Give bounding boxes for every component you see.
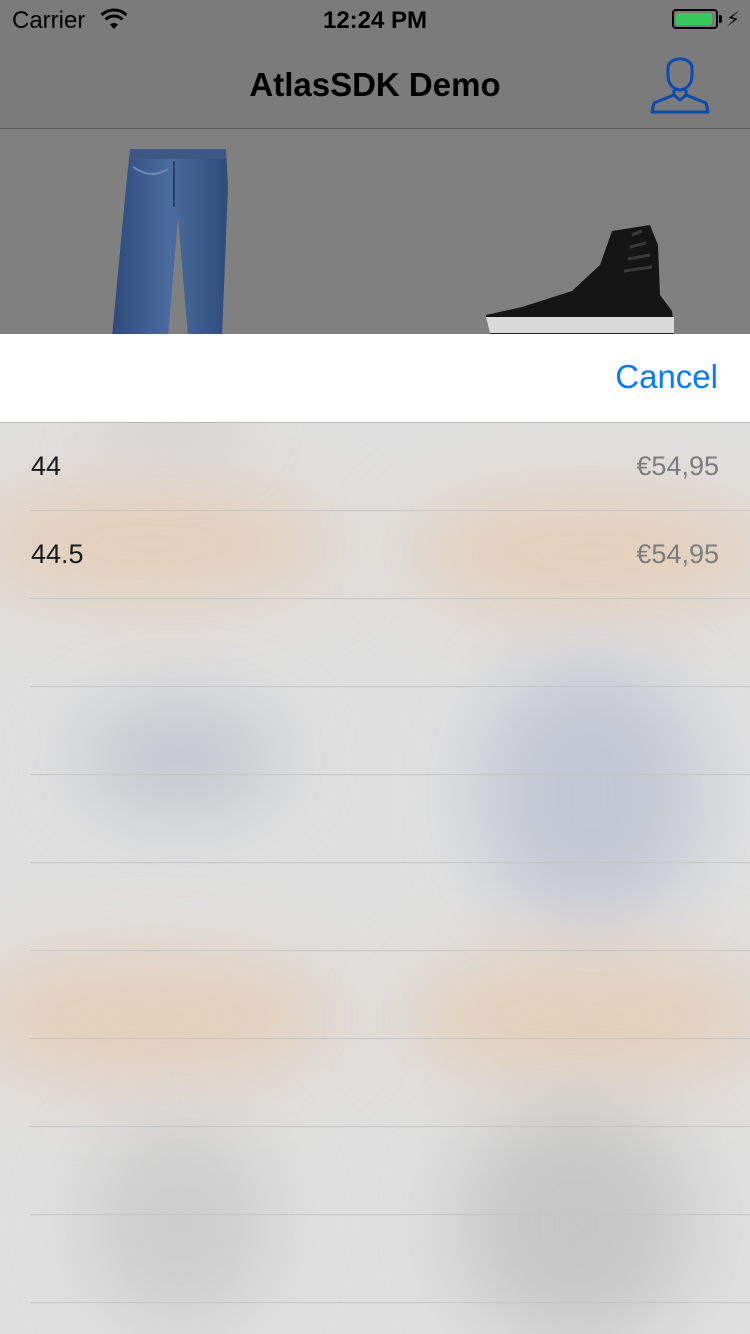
battery-level (676, 13, 713, 25)
size-option-row[interactable] (30, 863, 750, 951)
size-option-row[interactable] (30, 1127, 750, 1215)
size-price: €54,95 (636, 451, 719, 481)
user-profile-icon[interactable] (648, 50, 712, 114)
product-grid (0, 129, 750, 334)
jeans-product-image[interactable] (108, 147, 232, 334)
size-option-row[interactable] (30, 687, 750, 775)
size-price: €54,95 (636, 539, 719, 569)
cancel-button[interactable]: Cancel (615, 358, 718, 396)
size-label: 44 (31, 451, 62, 481)
size-option-row[interactable] (30, 1215, 750, 1303)
navigation-bar: AtlasSDK Demo (0, 40, 750, 129)
size-picker-header: Cancel (0, 334, 750, 423)
size-option-row[interactable]: 44.5 €54,95 (30, 511, 750, 599)
battery-icon: ⚡︎ (672, 9, 741, 31)
size-option-row[interactable] (30, 1039, 750, 1127)
size-label: 44.5 (31, 539, 84, 569)
size-option-row[interactable] (30, 599, 750, 687)
size-picker-list-container: 44 €54,95 44.5 €54,95 (0, 423, 750, 1334)
size-list: 44 €54,95 44.5 €54,95 (0, 423, 750, 1303)
sneaker-product-image[interactable] (482, 225, 677, 334)
charging-icon: ⚡︎ (726, 9, 741, 31)
size-option-row[interactable] (30, 775, 750, 863)
size-option-row[interactable] (30, 951, 750, 1039)
page-title: AtlasSDK Demo (249, 66, 501, 103)
status-bar: Carrier 12:24 PM ⚡︎ (0, 0, 750, 40)
size-option-row[interactable]: 44 €54,95 (30, 423, 750, 511)
clock: 12:24 PM (322, 7, 428, 34)
